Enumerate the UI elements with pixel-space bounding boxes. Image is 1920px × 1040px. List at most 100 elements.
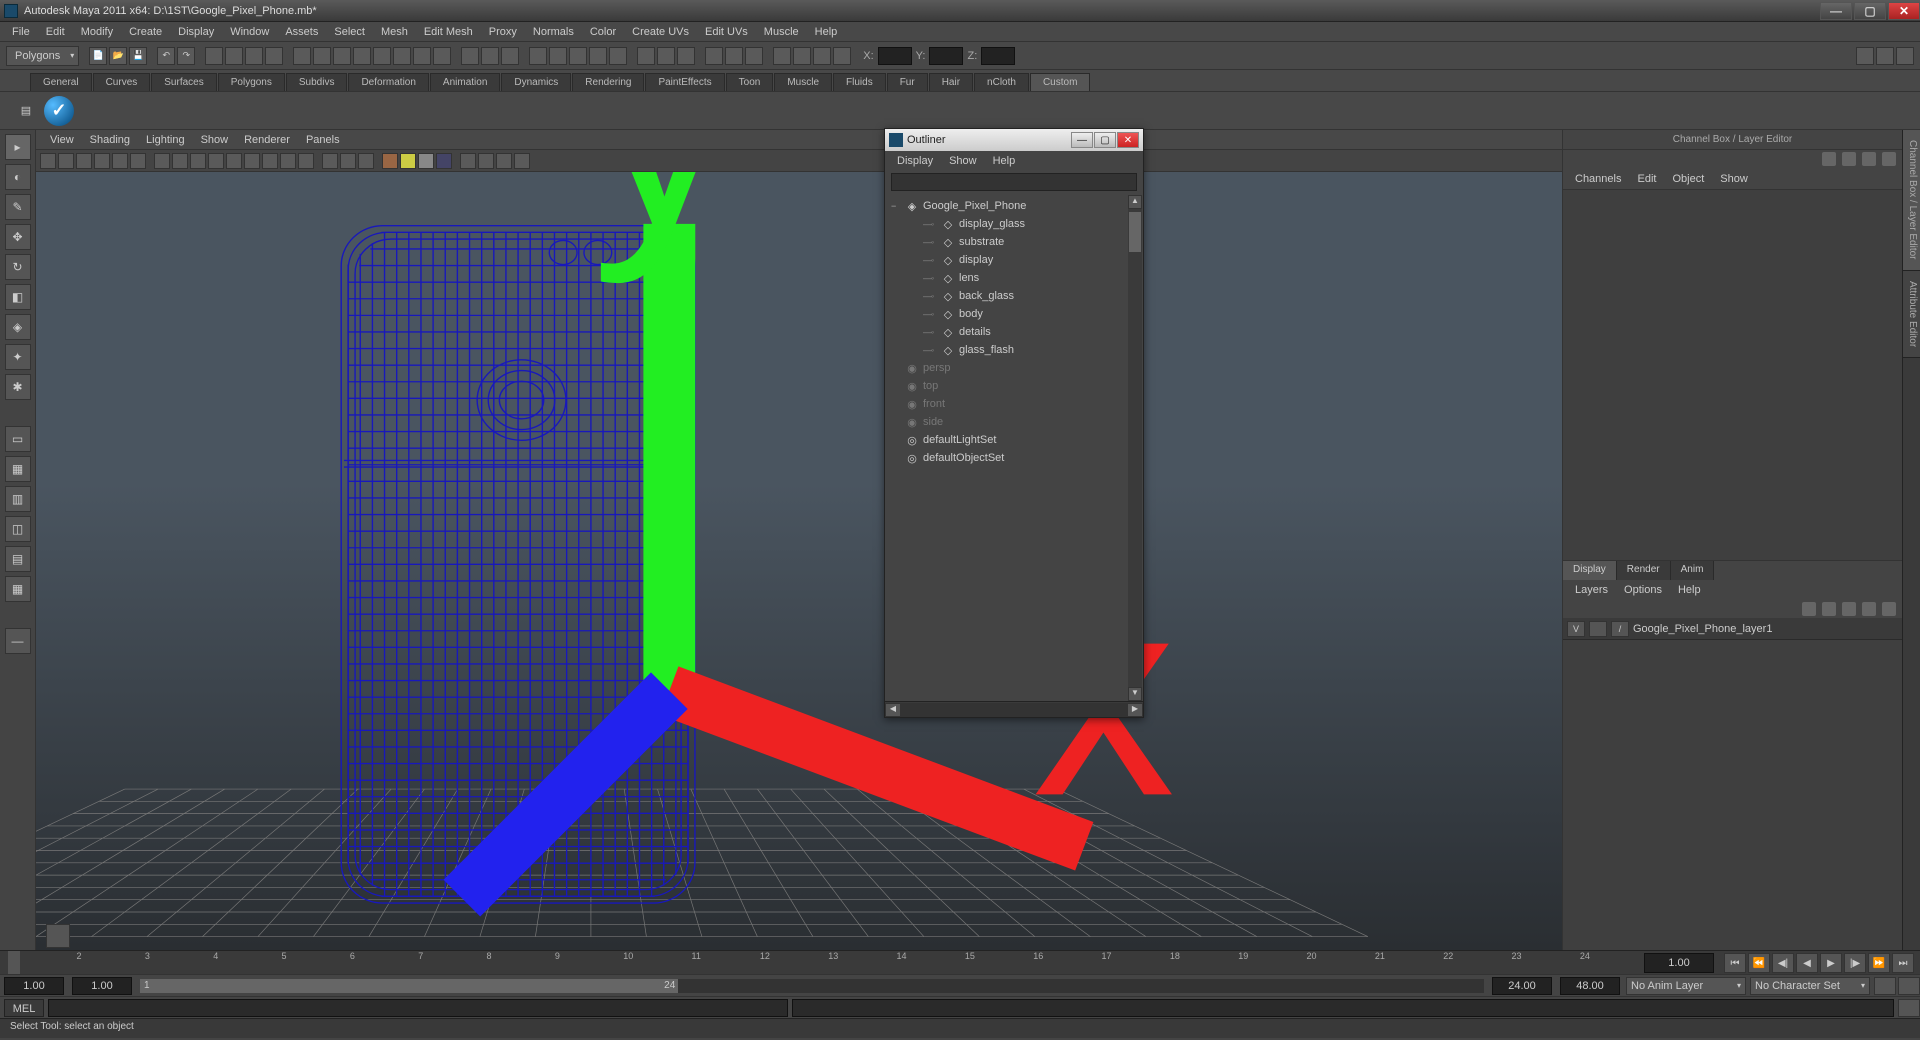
layer-visibility-toggle[interactable]: V: [1567, 621, 1585, 637]
menu-help[interactable]: Help: [807, 24, 846, 40]
goto-end-button[interactable]: ⏭: [1892, 953, 1914, 973]
input-rel-icon[interactable]: [677, 47, 695, 65]
outliner-titlebar[interactable]: Outliner — ▢ ✕: [885, 129, 1143, 151]
render-icon[interactable]: [461, 47, 479, 65]
outliner-item[interactable]: —◦◇display: [885, 251, 1143, 269]
range-start-inner-field[interactable]: 1.00: [72, 977, 132, 995]
menu-set-selector[interactable]: Polygons: [6, 46, 79, 66]
outliner-search-input[interactable]: [891, 173, 1137, 191]
outliner-vscrollbar[interactable]: ▲ ▼: [1128, 195, 1142, 701]
panel-xray-icon[interactable]: [340, 153, 356, 169]
cb-icon1[interactable]: [1822, 152, 1836, 166]
panel-film-icon[interactable]: [130, 153, 146, 169]
menu-select[interactable]: Select: [326, 24, 373, 40]
play-forward-button[interactable]: ▶: [1820, 953, 1842, 973]
goto-start-button[interactable]: ⏮: [1724, 953, 1746, 973]
panel-menu-shading[interactable]: Shading: [82, 132, 138, 148]
menu-mesh[interactable]: Mesh: [373, 24, 416, 40]
panel-light-icon[interactable]: [262, 153, 278, 169]
play-back-button[interactable]: ◀: [1796, 953, 1818, 973]
step-forward-button[interactable]: |▶: [1844, 953, 1866, 973]
character-set-select[interactable]: No Character Set: [1750, 977, 1870, 995]
outliner-minimize-button[interactable]: —: [1071, 132, 1093, 148]
range-end-inner-field[interactable]: 24.00: [1492, 977, 1552, 995]
layer-ic1[interactable]: [1802, 602, 1816, 616]
shelf-tab-deformation[interactable]: Deformation: [348, 73, 428, 91]
panel-r2-icon[interactable]: [478, 153, 494, 169]
outliner-item[interactable]: —◦◇substrate: [885, 233, 1143, 251]
current-frame-field[interactable]: 1.00: [1644, 953, 1714, 973]
menu-color[interactable]: Color: [582, 24, 624, 40]
outliner-maximize-button[interactable]: ▢: [1094, 132, 1116, 148]
panel-menu-renderer[interactable]: Renderer: [236, 132, 298, 148]
snap-plane-icon[interactable]: [353, 47, 371, 65]
panel-res-icon[interactable]: [154, 153, 170, 169]
shelf-tab-ncloth[interactable]: nCloth: [974, 73, 1029, 91]
show3-icon[interactable]: [813, 47, 831, 65]
outliner-item[interactable]: —◦◇lens: [885, 269, 1143, 287]
render-settings-icon[interactable]: [501, 47, 519, 65]
layer-menu-help[interactable]: Help: [1670, 582, 1709, 598]
show2-icon[interactable]: [793, 47, 811, 65]
panel-e2-icon[interactable]: [400, 153, 416, 169]
layout-script-icon[interactable]: ▤: [5, 546, 31, 572]
panel-e3-icon[interactable]: [418, 153, 434, 169]
panel-xrayjoint-icon[interactable]: [358, 153, 374, 169]
panel-e1-icon[interactable]: [382, 153, 398, 169]
layer-menu-options[interactable]: Options: [1616, 582, 1670, 598]
layout-toggle-icon[interactable]: —: [5, 628, 31, 654]
window-maximize-button[interactable]: ▢: [1854, 2, 1886, 20]
menu-editmesh[interactable]: Edit Mesh: [416, 24, 481, 40]
input-mode-icon[interactable]: [637, 47, 655, 65]
rotate-tool[interactable]: ↻: [5, 254, 31, 280]
menu-edit[interactable]: Edit: [38, 24, 73, 40]
cb-menu-channels[interactable]: Channels: [1567, 171, 1629, 187]
window-minimize-button[interactable]: —: [1820, 2, 1852, 20]
outliner-menu-display[interactable]: Display: [889, 153, 941, 169]
panel-wire-icon[interactable]: [208, 153, 224, 169]
layer-ic2[interactable]: [1822, 602, 1836, 616]
universal-manip-tool[interactable]: ◈: [5, 314, 31, 340]
undo-icon[interactable]: ↶: [157, 47, 175, 65]
outliner-item[interactable]: −◈Google_Pixel_Phone: [885, 197, 1143, 215]
shelf-tab-rendering[interactable]: Rendering: [572, 73, 644, 91]
outliner-item[interactable]: ◎defaultObjectSet: [885, 449, 1143, 467]
outliner-item[interactable]: ◉persp: [885, 359, 1143, 377]
save-scene-icon[interactable]: 💾: [129, 47, 147, 65]
shelf-tab-polygons[interactable]: Polygons: [218, 73, 285, 91]
panel-safe-icon[interactable]: [190, 153, 206, 169]
layer-ic3[interactable]: [1842, 602, 1856, 616]
cb-menu-edit[interactable]: Edit: [1629, 171, 1664, 187]
step-forward-key-button[interactable]: ⏩: [1868, 953, 1890, 973]
panel-2d-icon[interactable]: [94, 153, 110, 169]
menu-modify[interactable]: Modify: [73, 24, 121, 40]
menu-create[interactable]: Create: [121, 24, 170, 40]
layer-tab-display[interactable]: Display: [1563, 561, 1617, 580]
menu-edituvs[interactable]: Edit UVs: [697, 24, 756, 40]
outliner-item[interactable]: ◉top: [885, 377, 1143, 395]
layout-persp-icon[interactable]: ◫: [5, 516, 31, 542]
sidebar-toggle1-icon[interactable]: [1856, 47, 1874, 65]
layout2-icon[interactable]: [725, 47, 743, 65]
outliner-item[interactable]: ◉side: [885, 413, 1143, 431]
outliner-item[interactable]: ◎defaultLightSet: [885, 431, 1143, 449]
layout-hypershade-icon[interactable]: ▦: [5, 576, 31, 602]
shelf-tab-custom[interactable]: Custom: [1030, 73, 1090, 91]
scale-tool[interactable]: ◧: [5, 284, 31, 310]
layout3-icon[interactable]: [745, 47, 763, 65]
construction4-icon[interactable]: [609, 47, 627, 65]
select-component-icon[interactable]: [245, 47, 263, 65]
history-icon[interactable]: [413, 47, 431, 65]
window-close-button[interactable]: ✕: [1888, 2, 1920, 20]
shelf-tab-curves[interactable]: Curves: [93, 73, 151, 91]
panel-menu-panels[interactable]: Panels: [298, 132, 348, 148]
panel-gate-icon[interactable]: [172, 153, 188, 169]
outliner-item[interactable]: —◦◇details: [885, 323, 1143, 341]
shelf-tab-surfaces[interactable]: Surfaces: [151, 73, 216, 91]
sidebar-toggle2-icon[interactable]: [1876, 47, 1894, 65]
panel-r3-icon[interactable]: [496, 153, 512, 169]
outliner-window[interactable]: Outliner — ▢ ✕ Display Show Help −◈Googl…: [884, 128, 1144, 718]
layer-tab-anim[interactable]: Anim: [1671, 561, 1715, 580]
snap-view-icon[interactable]: [393, 47, 411, 65]
hq-icon[interactable]: [529, 47, 547, 65]
